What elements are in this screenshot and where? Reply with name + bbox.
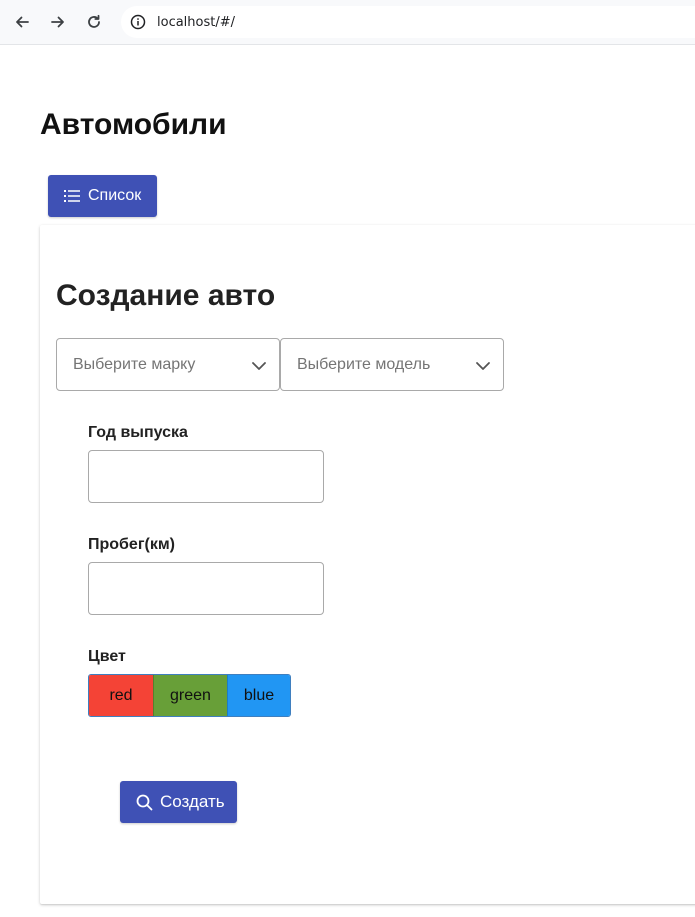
list-icon (64, 190, 80, 202)
chevron-down-icon (252, 362, 266, 370)
browser-toolbar: localhost/#/ (0, 0, 695, 45)
address-bar[interactable]: localhost/#/ (121, 6, 695, 38)
list-button[interactable]: Список (48, 175, 157, 217)
reload-button[interactable] (80, 8, 108, 36)
list-button-label: Список (88, 187, 142, 204)
brand-select[interactable]: Выберите марку (56, 338, 280, 391)
brand-select-placeholder: Выберите марку (73, 355, 196, 373)
mileage-label: Пробег(км) (88, 536, 175, 553)
page-title: Автомобили (40, 108, 227, 141)
forward-arrow-icon (51, 16, 64, 28)
search-icon (136, 794, 153, 810)
year-input[interactable] (88, 450, 324, 503)
reload-icon (88, 14, 100, 28)
forward-button[interactable] (44, 8, 72, 36)
model-select[interactable]: Выберите модель (280, 338, 504, 391)
form-title: Создание авто (56, 279, 276, 312)
info-icon[interactable] (130, 14, 146, 30)
url-text: localhost/#/ (157, 14, 236, 30)
year-label: Год выпуска (88, 424, 188, 441)
create-button-label: Создать (160, 792, 225, 811)
color-blue-button[interactable]: blue (227, 675, 290, 716)
back-arrow-icon (16, 16, 29, 28)
back-button[interactable] (8, 8, 36, 36)
model-select-placeholder: Выберите модель (297, 355, 431, 373)
chevron-down-icon (476, 362, 490, 370)
color-green-button[interactable]: green (153, 675, 227, 716)
color-button-group: red green blue (88, 674, 291, 717)
create-button[interactable]: Создать (120, 781, 237, 823)
mileage-input[interactable] (88, 562, 324, 615)
color-red-button[interactable]: red (89, 675, 153, 716)
color-label: Цвет (88, 648, 126, 665)
